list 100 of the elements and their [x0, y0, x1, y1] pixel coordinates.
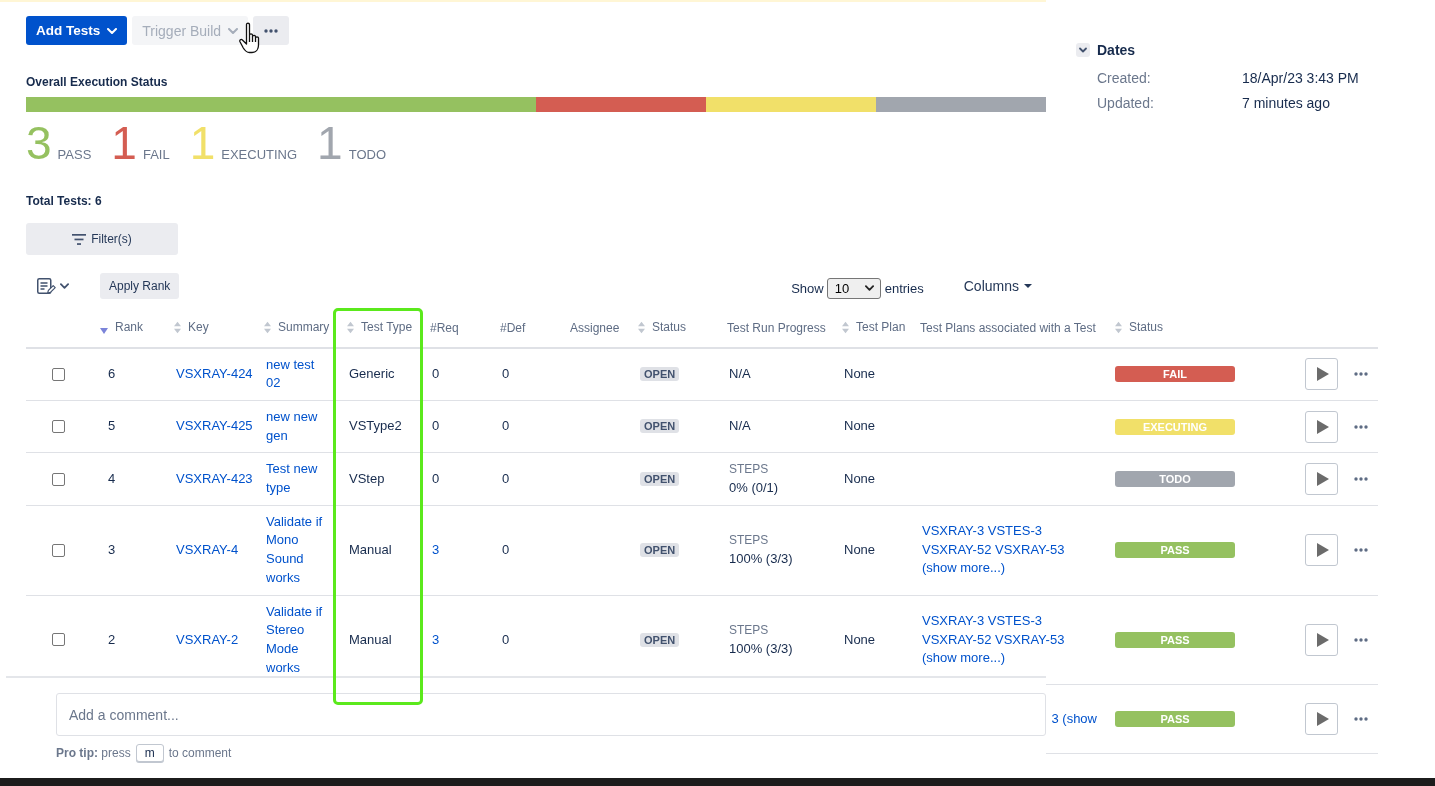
issue-key-link[interactable]: VSXRAY-2 — [176, 631, 239, 647]
run-button[interactable] — [1305, 463, 1338, 495]
test-plan-link[interactable]: VSXRAY-3 — [922, 523, 985, 539]
summary-link[interactable]: Validate if Mono Sound works — [266, 512, 329, 588]
row-checkbox[interactable] — [52, 543, 65, 557]
column-header: Test Plans associated with a Test — [920, 320, 1096, 337]
execution-status-badge: TODO — [1115, 471, 1235, 487]
defect-count: 0 — [502, 365, 510, 381]
test-plan-link[interactable]: VSXRAY-52 — [922, 631, 992, 647]
status-lozenge: OPEN — [640, 419, 680, 434]
show-label: Show — [791, 280, 824, 296]
status-count: 1 — [111, 120, 137, 166]
entries-label: entries — [884, 280, 924, 296]
chevron-down-icon[interactable] — [60, 283, 69, 289]
defect-count: 0 — [502, 470, 510, 486]
columns-button[interactable]: Columns — [963, 278, 1032, 294]
defect-count: 0 — [502, 631, 510, 647]
show-more-link[interactable]: (show more...) — [922, 560, 1006, 576]
test-plan-link[interactable]: VSXRAY-52 — [922, 541, 992, 557]
column-header[interactable]: Key — [174, 319, 209, 335]
run-button[interactable] — [1305, 703, 1338, 736]
row-checkbox[interactable] — [52, 633, 65, 647]
column-header[interactable]: Test Plan — [842, 319, 906, 335]
rank-number: 2 — [108, 631, 116, 647]
rank-number: 3 — [108, 541, 116, 557]
play-icon — [1316, 543, 1329, 558]
summary-link[interactable]: new test 02 — [266, 355, 329, 393]
column-header[interactable]: Test Type — [347, 319, 413, 335]
chevron-down-icon[interactable] — [1076, 43, 1090, 57]
status-label: TODO — [348, 147, 386, 162]
column-header[interactable]: Status — [638, 319, 687, 335]
comment-field[interactable]: Add a comment... — [56, 693, 1046, 736]
field-label: Updated: — [1097, 94, 1154, 113]
summary-link[interactable]: Test new type — [266, 460, 329, 498]
run-button[interactable] — [1305, 534, 1338, 567]
page-size-select[interactable]: 10 — [826, 277, 881, 299]
status-lozenge: OPEN — [640, 471, 680, 486]
field-label: Created: — [1097, 69, 1151, 88]
test-plan-text: None — [844, 365, 876, 381]
issue-key-link[interactable]: VSXRAY-424 — [176, 365, 253, 381]
requirement-count-link[interactable]: 3 — [432, 631, 440, 647]
more-icon[interactable] — [1354, 372, 1368, 377]
keyboard-key: m — [135, 744, 164, 762]
test-plan-text: None — [844, 470, 876, 486]
column-header[interactable]: Rank — [100, 319, 143, 335]
rank-number: 4 — [108, 470, 116, 486]
list-pencil-icon[interactable] — [37, 278, 56, 294]
more-button[interactable] — [253, 16, 290, 45]
execution-status-badge: PASS — [1115, 631, 1235, 648]
summary-link[interactable]: Validate if Stereo Mode works — [266, 602, 329, 678]
run-button[interactable] — [1305, 623, 1338, 656]
more-icon[interactable] — [1354, 637, 1368, 642]
run-button[interactable] — [1305, 410, 1338, 443]
show-more-link[interactable]: (show more...) — [922, 650, 1006, 666]
progress-label: STEPS — [729, 622, 770, 640]
column-header: #Req — [430, 320, 459, 337]
column-header: Test Run Progress — [727, 320, 826, 337]
column-header: #Def — [500, 320, 526, 337]
more-icon[interactable] — [1354, 717, 1368, 722]
caret-down-icon — [1024, 284, 1032, 288]
status-label: FAIL — [142, 147, 170, 162]
row-checkbox[interactable] — [52, 367, 65, 381]
execution-status-badge: EXECUTING — [1115, 418, 1235, 435]
test-type-text: VStep — [349, 470, 385, 486]
more-icon[interactable] — [1354, 548, 1368, 553]
test-plan-link[interactable]: VSXRAY-53 — [995, 631, 1065, 647]
more-icon[interactable] — [1354, 424, 1368, 429]
run-button[interactable] — [1305, 358, 1338, 391]
primary-button[interactable]: Add Tests — [26, 16, 128, 45]
play-icon — [1316, 632, 1329, 647]
row-checkbox[interactable] — [52, 420, 65, 434]
filter-icon — [72, 233, 87, 245]
test-plan-link[interactable]: VSXRAY-53 — [995, 541, 1065, 557]
issue-key-link[interactable]: VSXRAY-423 — [176, 470, 253, 486]
summary-link[interactable]: new new gen — [266, 407, 329, 446]
progress-value: 100% (3/3) — [729, 639, 794, 658]
apply-rank-button[interactable]: Apply Rank — [100, 273, 180, 299]
row-checkbox[interactable] — [52, 472, 65, 486]
status-count: 1 — [317, 120, 343, 166]
test-plan-link[interactable]: VSTES-3 — [987, 523, 1042, 539]
requirement-count-link[interactable]: 3 — [432, 541, 440, 557]
execution-status-badge: PASS — [1115, 542, 1235, 559]
status-lozenge: OPEN — [640, 542, 680, 557]
issue-key-link[interactable]: VSXRAY-4 — [176, 541, 239, 557]
test-plan-text: None — [844, 631, 876, 647]
section-heading: Dates — [1097, 42, 1136, 58]
status-label: EXECUTING — [221, 147, 298, 162]
more-icon — [264, 28, 279, 33]
column-header[interactable]: Status — [1115, 319, 1164, 335]
issue-key-link[interactable]: VSXRAY-425 — [176, 418, 253, 434]
column-header[interactable]: Summary — [264, 319, 330, 335]
status-lozenge: OPEN — [640, 366, 680, 381]
test-plan-link[interactable]: 3 (show — [1051, 711, 1097, 726]
sort-descending-icon[interactable] — [100, 327, 108, 334]
progress-value: 100% (3/3) — [729, 550, 794, 569]
filter-button[interactable]: Filter(s) — [26, 223, 178, 255]
test-plan-link[interactable]: VSXRAY-3 — [922, 612, 985, 628]
tip-text: to comment — [168, 746, 232, 760]
test-plan-link[interactable]: VSTES-3 — [987, 612, 1042, 628]
more-icon[interactable] — [1354, 477, 1368, 481]
